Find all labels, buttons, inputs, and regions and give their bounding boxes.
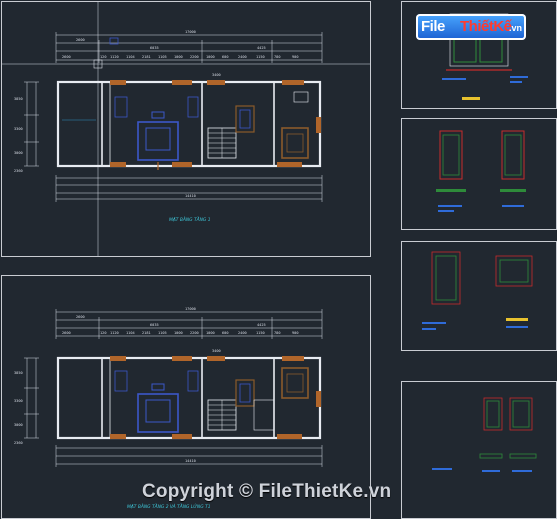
dim-row-4: 2181 xyxy=(142,331,151,335)
dim-row-3: 1104 xyxy=(126,55,135,59)
logo-text-file: File xyxy=(421,18,445,35)
dim-row-9: 600 xyxy=(222,331,229,335)
dim-top-left: 2600 xyxy=(76,38,85,42)
dim-row-10: 2400 xyxy=(238,331,247,335)
floor-plan-1-drawing: 17000 2600 6035 4425 3400 2600 120 1120 … xyxy=(2,2,370,256)
dim-stair: 3400 xyxy=(212,349,221,353)
dim-top-left: 2600 xyxy=(76,315,85,319)
dim-row-5: 1105 xyxy=(158,331,167,335)
side-dim-3: 2360 xyxy=(14,441,23,445)
dim-row-2: 1120 xyxy=(110,331,119,335)
dim-row-11: 1150 xyxy=(256,331,265,335)
logo-text-thietke: ThiếtKế xyxy=(460,18,512,35)
side-dim-1: 3300 xyxy=(14,127,23,131)
detail-4-drawing xyxy=(432,397,537,472)
dim-row-4: 2181 xyxy=(142,55,151,59)
dim-row-1: 120 xyxy=(100,55,107,59)
floor-plan-sheet-1[interactable]: 17000 2600 6035 4425 3400 2600 120 1120 … xyxy=(1,1,371,257)
plan-2-title: MẶT BẰNG TẦNG 2 VÀ TẦNG LỬNG T1 xyxy=(127,502,211,510)
detail-sheet-3[interactable] xyxy=(401,241,557,351)
overall-bottom-dim: 14410 xyxy=(185,194,196,198)
dim-row-12: 780 xyxy=(274,55,281,59)
dim-row-8: 1000 xyxy=(206,55,215,59)
dim-row-13: 900 xyxy=(292,55,299,59)
filethietke-logo: File ThiếtKế .vn xyxy=(416,14,528,42)
overall-top-dim: 17000 xyxy=(185,30,196,34)
detail-2-drawing xyxy=(436,130,526,212)
dim-row-12: 780 xyxy=(274,331,281,335)
detail-3-drawing xyxy=(422,251,533,330)
copyright-watermark: Copyright © FileThietKe.vn xyxy=(142,481,392,502)
side-dim-0: 3850 xyxy=(14,97,23,101)
overall-top-dim: 17000 xyxy=(185,307,196,311)
side-dim-2: 3000 xyxy=(14,423,23,427)
dim-top-mid: 6035 xyxy=(150,46,159,50)
plan-1-title: MẶT BẰNG TẦNG 1 xyxy=(169,215,211,223)
dim-row-0: 2600 xyxy=(62,331,71,335)
dim-top-mid: 6035 xyxy=(150,323,159,327)
dim-row-6: 1000 xyxy=(174,331,183,335)
side-dim-1: 3300 xyxy=(14,399,23,403)
dim-row-0: 2600 xyxy=(62,55,71,59)
dim-row-13: 900 xyxy=(292,331,299,335)
dim-row-3: 1104 xyxy=(126,331,135,335)
detail-sheet-4[interactable] xyxy=(401,381,557,519)
dim-row-7: 2200 xyxy=(190,55,199,59)
dim-top-right: 4425 xyxy=(257,46,266,50)
dim-row-6: 1000 xyxy=(174,55,183,59)
dim-row-5: 1105 xyxy=(158,55,167,59)
detail-sheet-2[interactable] xyxy=(401,118,557,230)
overall-bottom-dim: 14410 xyxy=(185,459,196,463)
dim-row-1: 120 xyxy=(100,331,107,335)
dim-row-2: 1120 xyxy=(110,55,119,59)
dim-row-7: 2200 xyxy=(190,331,199,335)
side-dim-2: 3000 xyxy=(14,151,23,155)
side-dim-3: 2360 xyxy=(14,169,23,173)
dim-top-right: 4425 xyxy=(257,323,266,327)
side-dim-0: 3850 xyxy=(14,371,23,375)
dim-stair: 3400 xyxy=(212,73,221,77)
dim-row-11: 1150 xyxy=(256,55,265,59)
logo-text-suffix: .vn xyxy=(509,23,523,33)
dim-row-9: 600 xyxy=(222,55,229,59)
dim-row-8: 1000 xyxy=(206,331,215,335)
dim-row-10: 2400 xyxy=(238,55,247,59)
